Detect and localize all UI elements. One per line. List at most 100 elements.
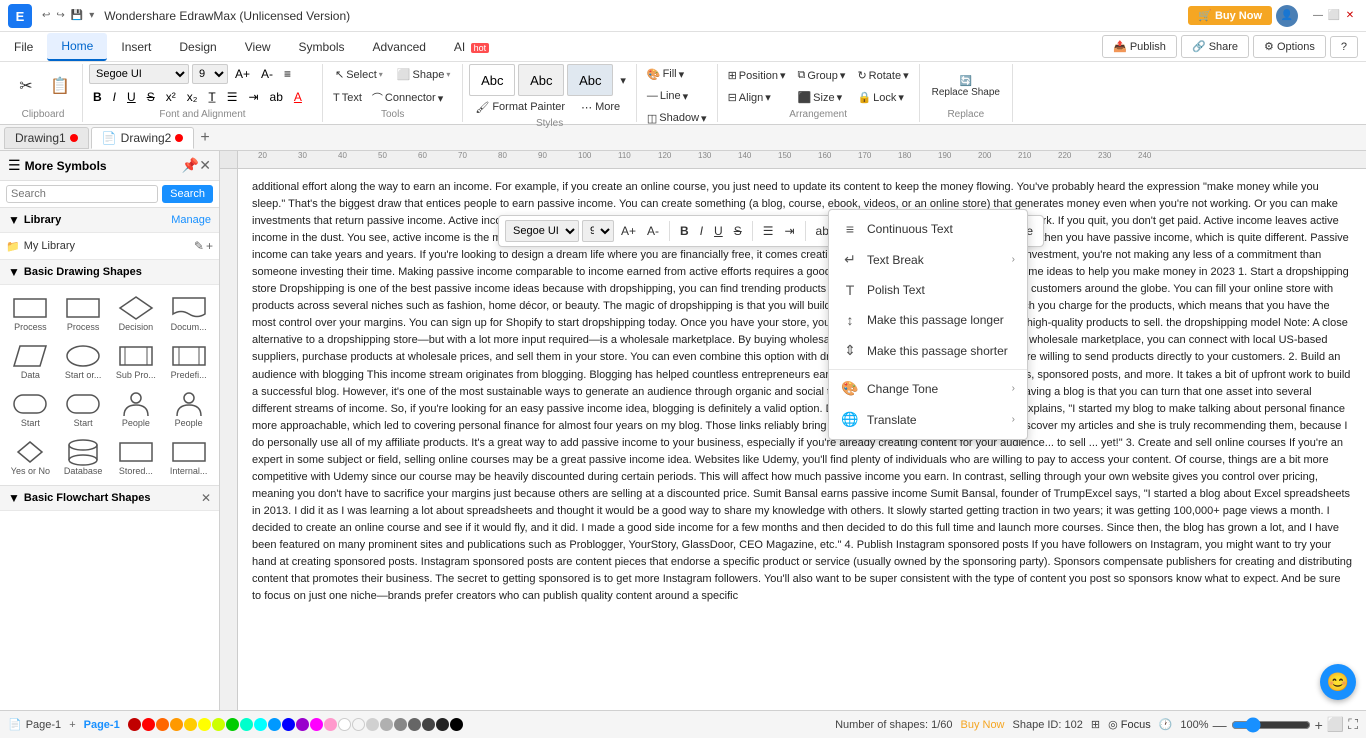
color-orange[interactable] (156, 718, 169, 731)
highlight-btn[interactable]: ab (266, 87, 287, 107)
color-sky[interactable] (268, 718, 281, 731)
color-light-gray[interactable] (366, 718, 379, 731)
group-btn[interactable]: ⧉ Group ▾ (793, 66, 849, 86)
status-buy-now[interactable]: Buy Now (960, 719, 1004, 731)
ft-bold-btn[interactable]: B (676, 222, 693, 240)
color-green[interactable] (226, 718, 239, 731)
publish-btn[interactable]: 📤 Publish (1102, 35, 1177, 58)
ctx-continuous-text[interactable]: ≡ Continuous Text (829, 214, 1027, 244)
flowchart-close-btn[interactable]: ✕ (201, 491, 211, 505)
shape-startor[interactable]: Start or... (59, 339, 108, 383)
style-box-3[interactable]: Abc (567, 64, 613, 96)
style-box-2[interactable]: Abc (518, 64, 564, 96)
ctx-translate[interactable]: 🌐 Translate › (829, 404, 1027, 435)
ft-underline-btn[interactable]: U (710, 222, 727, 240)
page-add-btn[interactable]: + (69, 719, 75, 731)
fit-page-btn[interactable]: ⬜ (1327, 716, 1344, 733)
font-size-up-btn[interactable]: A+ (231, 64, 254, 84)
replace-shape-btn[interactable]: 🔄 Replace Shape (926, 65, 1006, 109)
qa-back-btn[interactable]: ↩ (40, 8, 52, 23)
shape-process-1[interactable]: Process (6, 291, 55, 335)
zoom-in-btn[interactable]: + (1315, 717, 1323, 733)
color-teal[interactable] (240, 718, 253, 731)
ft-size-down-btn[interactable]: A- (643, 222, 663, 240)
shape-yesno[interactable]: Yes or No (6, 435, 55, 479)
color-amber[interactable] (170, 718, 183, 731)
help-btn[interactable]: ? (1330, 36, 1358, 58)
cut-btn[interactable]: ✂ (10, 65, 42, 109)
shadow-btn[interactable]: ◫ Shadow ▾ (643, 108, 711, 128)
color-dark-gray[interactable] (408, 718, 421, 731)
format-painter-btn[interactable]: 🖌 Format Painter (469, 96, 571, 118)
ft-font-select[interactable]: Segoe UI (505, 220, 579, 242)
library-section-header[interactable]: ▼ Library Manage (0, 208, 219, 233)
color-yellow[interactable] (184, 718, 197, 731)
shape-database[interactable]: Database (59, 435, 108, 479)
styles-more-btn[interactable]: ▾ (616, 70, 630, 90)
shape-internal[interactable]: Internal... (164, 435, 213, 479)
text-format-btn[interactable]: T̲ (204, 87, 219, 107)
menu-ai[interactable]: AI hot (440, 34, 503, 60)
buy-now-button[interactable]: 🛒 Buy Now (1188, 6, 1272, 25)
list-btn[interactable]: ☰ (223, 87, 242, 107)
color-mid-gray[interactable] (394, 718, 407, 731)
shape-predefined[interactable]: Predefi... (164, 339, 213, 383)
shape-subprocess[interactable]: Sub Pro... (112, 339, 161, 383)
menu-symbols[interactable]: Symbols (285, 34, 359, 60)
search-btn[interactable]: Search (162, 185, 213, 203)
indent-btn[interactable]: ⇥ (244, 87, 262, 107)
select-dropdown[interactable]: ↖ Select ▾ (329, 65, 389, 84)
tab-drawing1[interactable]: Drawing1 (4, 127, 89, 149)
tab-drawing2[interactable]: 📄 Drawing2 (91, 127, 195, 149)
ft-italic-btn[interactable]: I (696, 222, 707, 240)
font-color-btn[interactable]: A (290, 87, 306, 107)
shape-dropdown[interactable]: ⬜ Shape ▾ (391, 65, 457, 84)
my-library-item[interactable]: 📁 My Library (6, 240, 75, 253)
page-indicator[interactable]: 📄 Page-1 (8, 718, 61, 731)
italic-btn[interactable]: I (109, 87, 120, 107)
underline-btn[interactable]: U (123, 87, 140, 107)
color-darker-gray[interactable] (422, 718, 435, 731)
ctx-shorter[interactable]: ⇕ Make this passage shorter (829, 335, 1027, 366)
rotate-btn[interactable]: ↻ Rotate ▾ (853, 66, 912, 86)
shape-people-1[interactable]: People (112, 387, 161, 431)
fullscreen-btn[interactable]: ⛶ (1348, 716, 1358, 733)
color-black[interactable] (450, 718, 463, 731)
shape-start-round[interactable]: Start (6, 387, 55, 431)
align-btn[interactable]: ≡ (280, 64, 295, 84)
options-btn[interactable]: ⚙ Options (1253, 35, 1326, 58)
color-lime[interactable] (212, 718, 225, 731)
shape-process-2[interactable]: Process (59, 291, 108, 335)
focus-btn[interactable]: ◎ Focus (1108, 718, 1151, 731)
panel-close-btn[interactable]: ✕ (199, 157, 211, 174)
user-avatar[interactable]: 👤 (1276, 5, 1298, 27)
font-size-down-btn[interactable]: A- (257, 64, 277, 84)
color-near-black[interactable] (436, 718, 449, 731)
basic-shapes-header[interactable]: ▼ Basic Drawing Shapes (0, 260, 219, 285)
fill-btn[interactable]: 🎨 Fill ▾ (643, 64, 688, 84)
shape-people-2[interactable]: People (164, 387, 213, 431)
shape-stored[interactable]: Stored... (112, 435, 161, 479)
zoom-out-btn[interactable]: — (1213, 717, 1227, 733)
maximize-btn[interactable]: ⬜ (1326, 8, 1342, 24)
minimize-btn[interactable]: — (1310, 8, 1326, 24)
qa-save-btn[interactable]: 💾 (69, 8, 85, 23)
size-btn[interactable]: ⬛ Size ▾ (793, 88, 849, 108)
color-bright-yellow[interactable] (198, 718, 211, 731)
color-purple[interactable] (296, 718, 309, 731)
ctx-longer[interactable]: ↕ Make this passage longer (829, 305, 1027, 335)
search-input[interactable] (6, 185, 158, 203)
connector-btn[interactable]: ⌒ Connector ▾ (368, 88, 447, 108)
color-white[interactable] (338, 718, 351, 731)
superscript-btn[interactable]: x² (162, 87, 180, 107)
lock-btn[interactable]: 🔒 Lock ▾ (853, 88, 912, 108)
more-btn[interactable]: ⋯ More (575, 96, 626, 118)
menu-advanced[interactable]: Advanced (359, 34, 440, 60)
shape-document[interactable]: Docum... (164, 291, 213, 335)
align-btn2[interactable]: ⊟ Align ▾ (724, 88, 790, 108)
style-box-1[interactable]: Abc (469, 64, 515, 96)
shape-start-round2[interactable]: Start (59, 387, 108, 431)
ft-indent-btn[interactable]: ⇥ (780, 222, 798, 240)
menu-view[interactable]: View (231, 34, 285, 60)
color-blue[interactable] (282, 718, 295, 731)
